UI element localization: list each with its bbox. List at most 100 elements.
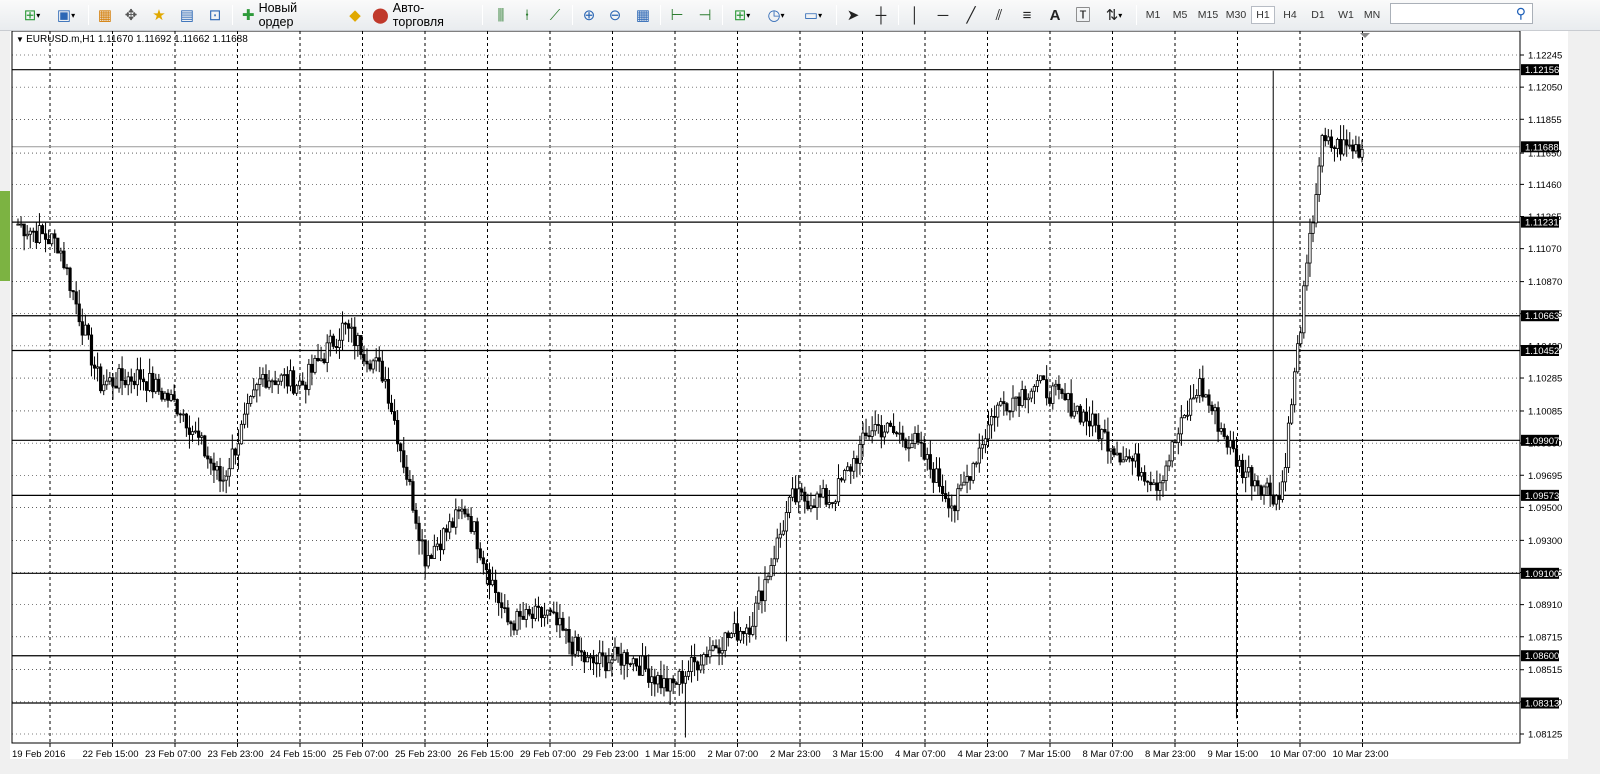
crosshair-icon[interactable]: ┼	[870, 3, 892, 27]
trendline-icon[interactable]: ╱	[960, 3, 982, 27]
candlestick-chart-icon[interactable]: ⍿	[516, 3, 538, 27]
new-order-button[interactable]: ✚ Новый ордер	[238, 1, 338, 29]
candle-body	[454, 509, 458, 528]
candle-body	[282, 374, 286, 376]
candle-body	[291, 370, 296, 394]
candle-body	[438, 543, 443, 551]
bar-chart-icon[interactable]: ⫼	[490, 3, 512, 27]
candle-body	[821, 488, 825, 498]
time-tick-label: 22 Feb 15:00	[83, 749, 139, 759]
candle-body	[1017, 396, 1021, 407]
zoom-in-icon[interactable]: ⊕	[578, 3, 600, 27]
line-chart-icon[interactable]: ⟋	[544, 3, 566, 27]
search-input[interactable]: ⚲	[1390, 3, 1533, 24]
candle-body	[1198, 378, 1202, 396]
timeframe-m5[interactable]: M5	[1168, 6, 1192, 24]
timeframe-m15[interactable]: M15	[1194, 6, 1222, 24]
market-watch-icon[interactable]: ▦	[94, 3, 116, 27]
zoom-out-icon[interactable]: ⊖	[604, 3, 626, 27]
vertical-line-icon[interactable]: │	[904, 3, 926, 27]
equidistant-channel-icon[interactable]: ⫽	[988, 3, 1010, 27]
periods-button[interactable]: ◷ ▾	[762, 3, 790, 27]
text-icon[interactable]: A	[1044, 3, 1066, 27]
timeframe-m1[interactable]: M1	[1142, 6, 1164, 24]
search-icon[interactable]: ⚲	[1516, 5, 1526, 22]
candle-body	[399, 443, 403, 452]
terminal-window-icon[interactable]: ▤	[176, 3, 198, 27]
candle-body	[1182, 415, 1187, 419]
candle-body	[959, 484, 963, 490]
candle-body	[1054, 383, 1058, 387]
candle-body	[1185, 414, 1190, 417]
candle-body	[1084, 411, 1089, 422]
cursor-icon[interactable]: ➤	[842, 3, 864, 27]
templates-button[interactable]: ▭ ▾	[798, 3, 828, 27]
candle-body	[193, 430, 198, 433]
candle-body	[980, 444, 984, 449]
candle-body	[47, 238, 51, 245]
candle-body	[591, 656, 596, 664]
timeframe-m30[interactable]: M30	[1222, 6, 1250, 24]
candle-body	[74, 291, 78, 305]
autoscroll-icon[interactable]: ⊣	[694, 3, 716, 27]
timeframe-d1[interactable]: D1	[1306, 6, 1330, 24]
candle-body	[1213, 407, 1217, 412]
candle-body	[1338, 139, 1343, 155]
new-chart-button[interactable]: ⊞ ▾	[18, 3, 46, 27]
horizontal-line-icon[interactable]: ─	[932, 3, 954, 27]
fibonacci-icon[interactable]: ≡	[1016, 3, 1038, 27]
candle-body	[1268, 482, 1272, 496]
candle-body	[904, 439, 908, 449]
price-tick-label: 1.08715	[1528, 632, 1562, 643]
navigator-star-icon[interactable]: ★	[148, 3, 170, 27]
metaeditor-icon[interactable]: ◆	[342, 3, 368, 27]
candle-body	[794, 488, 798, 503]
candle-body	[977, 447, 981, 464]
candle-body	[1296, 343, 1300, 373]
timeframe-w1[interactable]: W1	[1334, 6, 1358, 24]
text-label-icon[interactable]: 🅃	[1072, 3, 1094, 27]
candle-body	[239, 423, 244, 445]
level-price-tag-label: 1.12156	[1525, 65, 1559, 76]
price-chart[interactable]: 1.122451.120501.118551.116501.114601.112…	[10, 31, 1568, 759]
candle-body	[1247, 467, 1251, 473]
arrows-button[interactable]: ⇅ ▾	[1100, 3, 1128, 27]
candle-body	[1244, 471, 1248, 478]
timeframe-mn[interactable]: MN	[1360, 6, 1384, 24]
candle-body	[414, 509, 418, 524]
candle-body	[411, 481, 415, 511]
candle-body	[940, 485, 945, 494]
candle-body	[1164, 465, 1168, 481]
candle-body	[123, 380, 127, 386]
price-tick-label: 1.09300	[1528, 536, 1562, 547]
indicators-button[interactable]: ⊞ ▾	[728, 3, 756, 27]
timeframe-h4[interactable]: H4	[1278, 6, 1302, 24]
candle-body	[273, 380, 277, 386]
candle-body	[573, 636, 577, 655]
profiles-button[interactable]: ▣ ▾	[52, 3, 80, 27]
timeframe-h1[interactable]: H1	[1251, 6, 1275, 24]
candle-body	[178, 413, 182, 416]
strategy-tester-icon[interactable]: ⊡	[204, 3, 226, 27]
chart-shift-icon[interactable]: ⊢	[666, 3, 688, 27]
candle-body	[763, 579, 767, 602]
candle-body	[867, 435, 871, 438]
price-tick-label: 1.10085	[1528, 406, 1562, 417]
candle-body	[353, 326, 357, 347]
level-price-tag-label: 1.09907	[1525, 436, 1559, 447]
navigator-crosshair-icon[interactable]: ✥	[120, 3, 142, 27]
candle-body	[402, 450, 406, 468]
candle-body	[1087, 420, 1092, 427]
tile-windows-icon[interactable]: ▦	[632, 3, 654, 27]
candle-body	[1158, 482, 1162, 491]
autotrading-button[interactable]: ⬤ Авто-торговля	[368, 1, 476, 29]
candle-body	[135, 369, 139, 386]
candle-body	[827, 502, 831, 505]
candle-body	[475, 521, 479, 550]
candle-body	[720, 650, 724, 654]
candle-body	[1231, 440, 1236, 450]
candle-body	[172, 394, 176, 400]
candle-body	[659, 675, 663, 689]
candle-body	[775, 537, 779, 560]
candle-body	[276, 380, 280, 386]
